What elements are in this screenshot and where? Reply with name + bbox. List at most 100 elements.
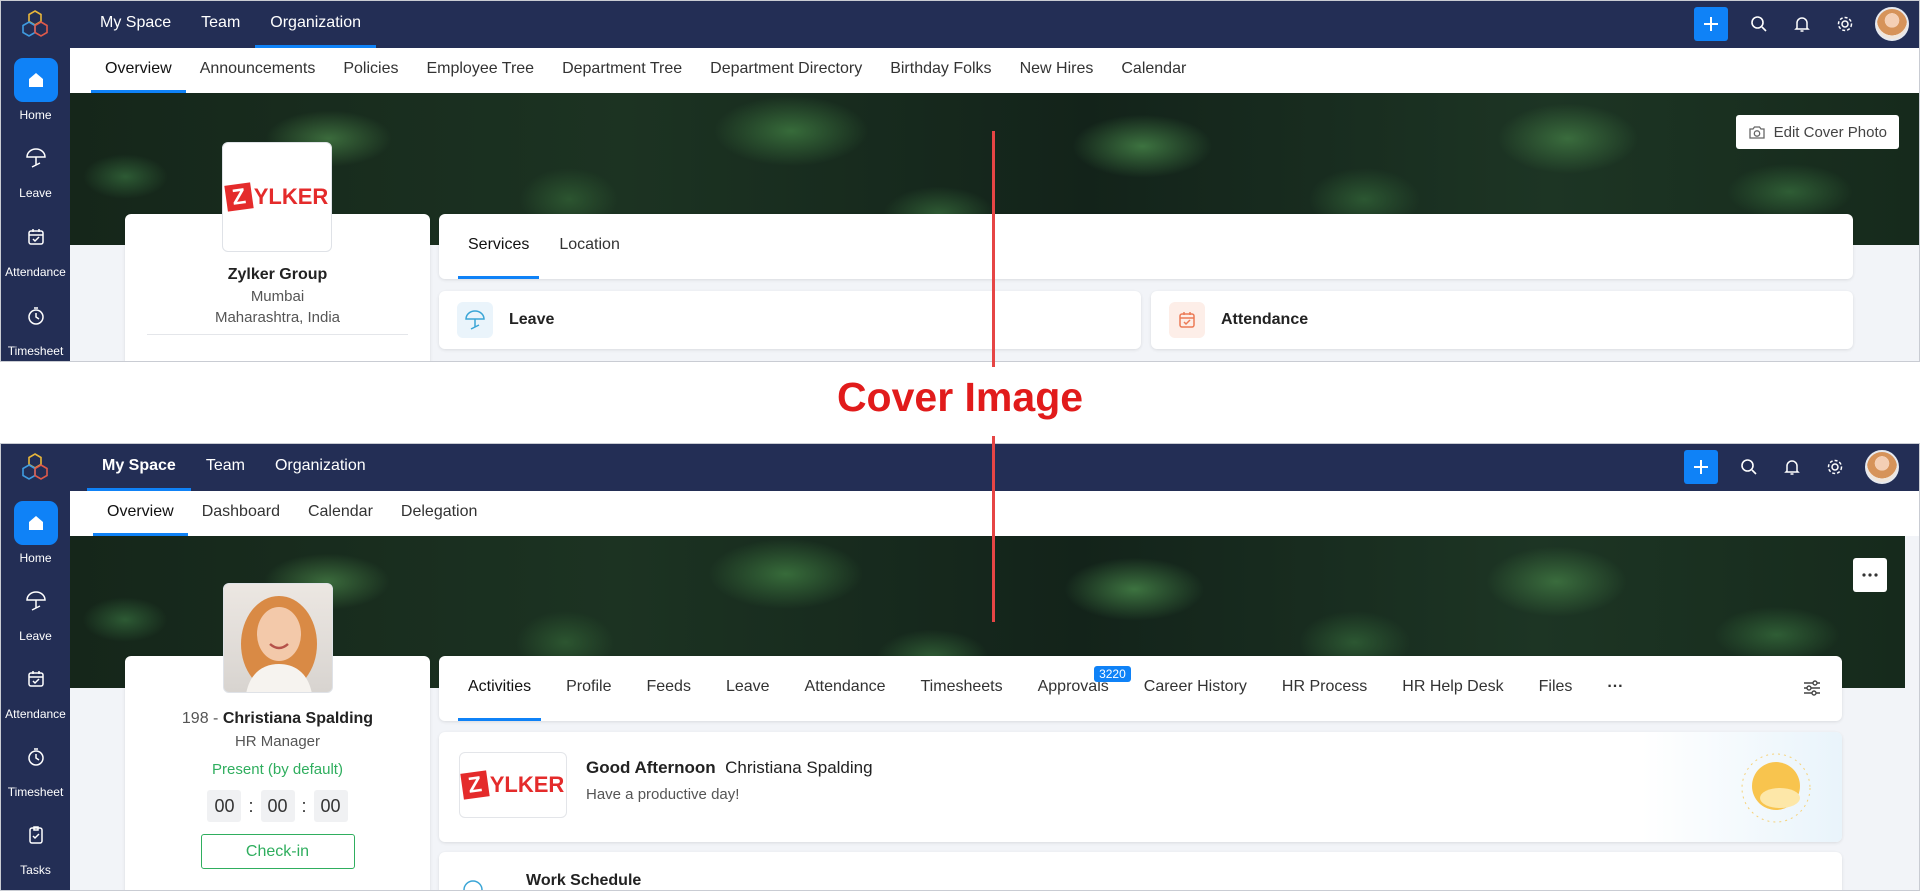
tab-leave[interactable]: Leave	[716, 656, 780, 721]
top-nav-organization[interactable]: Organization	[255, 1, 376, 48]
notifications-button[interactable]	[1789, 11, 1815, 37]
tab-feeds[interactable]: Feeds	[636, 656, 700, 721]
settings-button[interactable]	[1832, 11, 1858, 37]
top-nav-team[interactable]: Team	[191, 444, 260, 491]
cover-image-pointer-line-top	[992, 131, 995, 367]
sidebar-item-tasks[interactable]: Tasks	[1, 813, 70, 877]
tab-attendance[interactable]: Attendance	[795, 656, 896, 721]
sidebar-label: Home	[19, 551, 52, 565]
edit-cover-photo-button[interactable]: Edit Cover Photo	[1735, 115, 1899, 149]
umbrella-icon	[25, 591, 46, 611]
add-button[interactable]	[1694, 7, 1728, 41]
sidebar-label: Timesheet	[7, 785, 64, 799]
subnav-calendar[interactable]: Calendar	[1107, 48, 1200, 93]
attendance-status: Present (by default)	[212, 761, 343, 778]
search-button[interactable]	[1736, 454, 1762, 480]
sidebar-item-home[interactable]: Home	[1, 58, 70, 122]
subnav-overview[interactable]: Overview	[93, 491, 188, 536]
tab-hr-help-desk[interactable]: HR Help Desk	[1392, 656, 1513, 721]
sliders-icon	[1804, 680, 1820, 696]
home-icon	[28, 516, 43, 530]
services-tab-card: Services Location	[439, 214, 1853, 279]
checkin-timer: 00 : 00 : 00	[125, 790, 430, 822]
top-nav-team[interactable]: Team	[186, 1, 255, 48]
user-avatar[interactable]	[1865, 450, 1899, 484]
service-card-attendance[interactable]: Attendance	[1151, 291, 1853, 349]
person-photo-icon	[241, 596, 317, 692]
subnav-department-tree[interactable]: Department Tree	[548, 48, 696, 93]
umbrella-icon	[25, 148, 46, 168]
sidebar-item-leave[interactable]: Leave	[1, 579, 70, 643]
timer-separator: :	[301, 795, 307, 816]
more-horizontal-icon	[1862, 573, 1878, 577]
subnav-dashboard[interactable]: Dashboard	[188, 491, 294, 536]
calendar-check-icon	[27, 671, 44, 687]
sidebar-item-leave[interactable]: Leave	[1, 136, 70, 200]
sidebar-label: Attendance	[5, 265, 66, 279]
greeting-card: Z YLKER Good Afternoon Christiana Spaldin…	[439, 732, 1842, 842]
subnav-calendar[interactable]: Calendar	[294, 491, 387, 536]
gear-icon	[1827, 459, 1843, 475]
org-city: Mumbai	[250, 288, 305, 305]
edit-cover-photo-label: Edit Cover Photo	[1773, 123, 1887, 141]
tab-timesheets[interactable]: Timesheets	[911, 656, 1013, 721]
timer-icon	[27, 748, 44, 766]
tab-career-history[interactable]: Career History	[1134, 656, 1257, 721]
subnav-delegation[interactable]: Delegation	[387, 491, 492, 536]
tab-services[interactable]: Services	[458, 214, 540, 279]
tab-approvals[interactable]: Approvals 3220	[1028, 656, 1131, 721]
sidebar-label: Tasks	[20, 863, 51, 877]
logo-text: YLKER	[253, 184, 329, 209]
sidebar-label: Leave	[19, 629, 52, 643]
work-schedule-title: Work Schedule	[526, 872, 642, 889]
tab-hr-process[interactable]: HR Process	[1272, 656, 1377, 721]
clipboard-check-icon	[28, 826, 43, 844]
gear-icon	[1837, 16, 1853, 32]
service-label: Leave	[509, 311, 555, 328]
sidebar-item-attendance[interactable]: Attendance	[1, 657, 70, 721]
subnav-employee-tree[interactable]: Employee Tree	[412, 48, 548, 93]
subnav-policies[interactable]: Policies	[329, 48, 412, 93]
home-icon	[28, 73, 43, 87]
sidebar-item-home[interactable]: Home	[1, 501, 70, 565]
tabs-more-button[interactable]: ···	[1597, 656, 1633, 721]
more-options-button[interactable]	[1853, 558, 1887, 592]
approvals-count-badge: 3220	[1094, 666, 1131, 682]
greeting-subtitle: Have a productive day!	[586, 786, 740, 803]
top-nav-my-space[interactable]: My Space	[85, 1, 186, 48]
tab-location[interactable]: Location	[549, 214, 630, 279]
sidebar-label: Attendance	[5, 707, 66, 721]
tab-activities[interactable]: Activities	[458, 656, 542, 721]
sidebar-item-timesheet[interactable]: Timesheet	[1, 294, 70, 358]
subnav-birthday-folks[interactable]: Birthday Folks	[876, 48, 1005, 93]
employee-name: Christiana Spalding	[222, 710, 374, 727]
user-avatar[interactable]	[1875, 7, 1909, 41]
sidebar-item-attendance[interactable]: Attendance	[1, 215, 70, 279]
tab-profile[interactable]: Profile	[556, 656, 621, 721]
top-nav-organization[interactable]: Organization	[260, 444, 381, 491]
greeting-name: Christiana Spalding	[725, 758, 873, 777]
subnav-overview[interactable]: Overview	[91, 48, 186, 93]
search-icon	[1751, 16, 1767, 32]
subnav-announcements[interactable]: Announcements	[186, 48, 330, 93]
sidebar-item-timesheet[interactable]: Timesheet	[1, 735, 70, 799]
customize-tabs-button[interactable]	[1802, 678, 1822, 703]
top-nav-my-space[interactable]: My Space	[87, 444, 191, 491]
bell-icon	[1784, 460, 1800, 475]
sub-nav: Overview Announcements Policies Employee…	[70, 48, 1919, 93]
tab-files[interactable]: Files	[1529, 656, 1583, 721]
org-name: Zylker Group	[227, 266, 328, 283]
add-button[interactable]	[1684, 450, 1718, 484]
organization-overview-panel: Home Leave Attendance Timesheet My Space…	[0, 0, 1920, 362]
umbrella-icon	[465, 310, 485, 330]
notifications-button[interactable]	[1779, 454, 1805, 480]
left-sidebar: Home Leave Attendance Timesheet	[1, 1, 70, 361]
subnav-new-hires[interactable]: New Hires	[1006, 48, 1108, 93]
search-button[interactable]	[1746, 11, 1772, 37]
service-card-leave[interactable]: Leave	[439, 291, 1141, 349]
greeting-title: Good Afternoon	[586, 758, 716, 777]
check-in-button[interactable]: Check-in	[200, 834, 355, 869]
settings-button[interactable]	[1822, 454, 1848, 480]
subnav-department-directory[interactable]: Department Directory	[696, 48, 876, 93]
app-logo-icon	[22, 10, 48, 37]
